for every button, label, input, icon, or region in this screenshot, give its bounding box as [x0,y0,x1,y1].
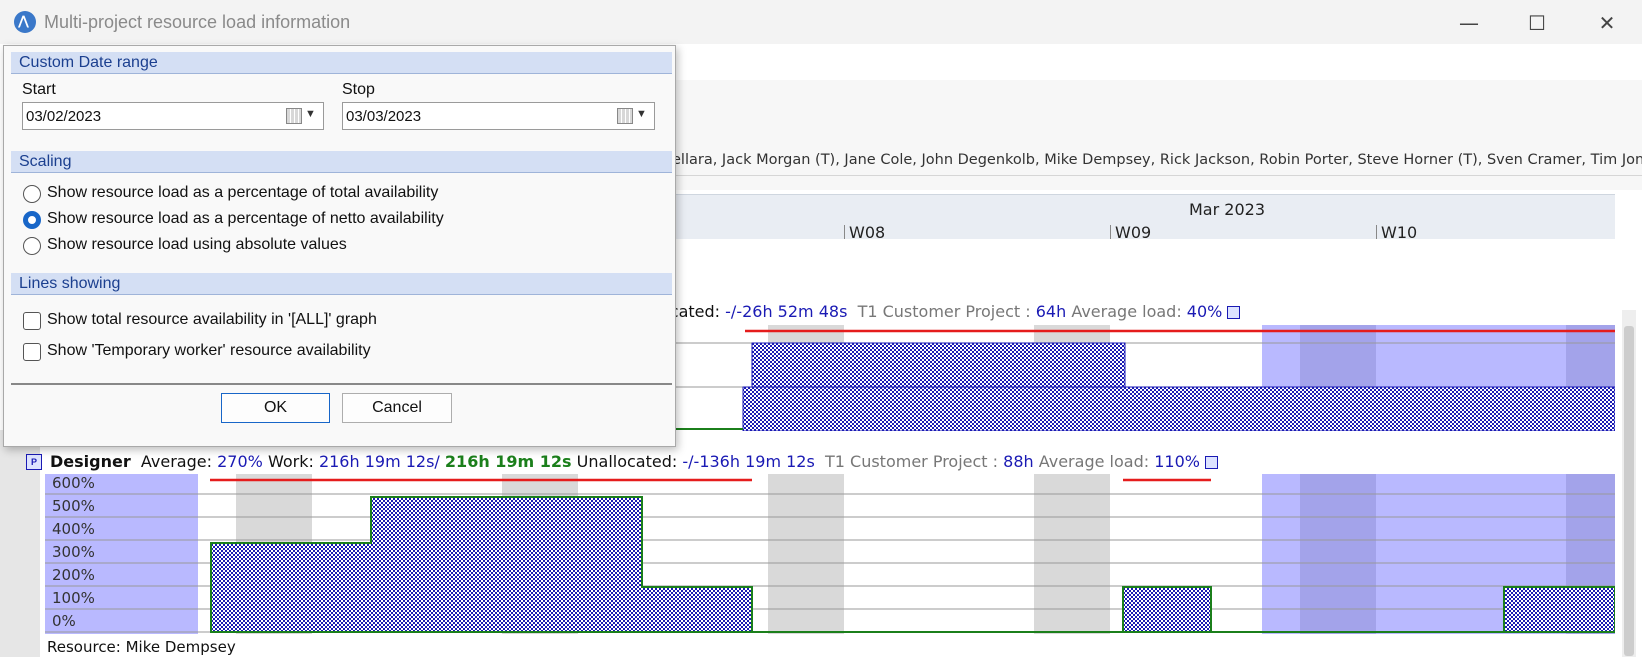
checkbox-total-availability[interactable] [23,312,41,330]
load-bar [1503,586,1615,633]
y-axis-label: 500% [52,497,95,515]
project-hours: 64h [1035,302,1067,321]
app-logo-icon: ⋀ [14,11,36,33]
option-label: Show total resource availability in '[AL… [47,311,377,328]
calendar-icon[interactable] [617,108,633,124]
close-button[interactable]: ✕ [1590,10,1624,36]
load-bar [751,342,1126,388]
load-bar [742,386,1615,431]
resource-list: ellara, Jack Morgan (T), Jane Cole, John… [672,152,1642,168]
designer-row-info: Designer Average: 270% Work: 216h 19m 12… [50,452,1219,471]
weekend-band [1034,474,1110,634]
calendar-icon[interactable] [286,108,302,124]
avg-load-label: Average load: [1071,302,1182,321]
option-label: Show resource load using absolute values [47,236,347,253]
weekend-band [1300,474,1376,634]
scrollbar-thumb[interactable] [1624,326,1634,656]
week-tick [1376,225,1377,239]
average-label: Average: [140,452,212,471]
title-bar: ⋀ Multi-project resource load informatio… [0,0,1642,45]
unallocated-value: -/-136h 19m 12s [682,452,815,471]
y-axis-label: 600% [52,474,95,492]
info-icon[interactable] [1205,456,1219,469]
work-value-planned: 216h 19m 12s [444,452,572,471]
load-bar [1122,586,1212,633]
start-label: Start [22,81,56,98]
window-title: Multi-project resource load information [44,12,351,32]
timeline-header: Mar 2023 W08 W09 W10 [670,194,1615,242]
cancel-button[interactable]: Cancel [342,393,452,423]
average-value: 270% [217,452,263,471]
y-axis-label: 100% [52,589,95,607]
resource-load-options-dialog: Custom Date range Start Stop 03/02/2023 … [3,45,676,447]
section-header-date-range: Custom Date range [11,52,672,74]
y-axis-label: 200% [52,566,95,584]
week-label: W08 [849,223,886,242]
radio-netto-availability[interactable] [23,211,41,229]
option-label: Show 'Temporary worker' resource availab… [47,342,371,359]
work-label: Work: [267,452,314,471]
chevron-down-icon[interactable]: ▼ [305,108,316,120]
unallocated-value: -/-26h 52m 48s [725,302,848,321]
stop-date-input[interactable]: 03/03/2023 ▼ [342,102,655,130]
resource-group-name: Designer [50,452,131,471]
flag-icon[interactable]: P [26,454,42,470]
week-tick [1110,225,1111,239]
stop-date-value: 03/03/2023 [346,108,422,125]
info-icon[interactable] [1227,306,1241,319]
avg-load-value: 40% [1186,302,1223,321]
divider [11,383,672,385]
week-tick [844,225,845,239]
work-value: 216h 19m 12s/ [318,452,440,471]
week-label: W09 [1115,223,1152,242]
avg-load-value: 110% [1154,452,1200,471]
start-date-value: 03/02/2023 [26,108,102,125]
section-header-scaling: Scaling [11,151,672,173]
top-row-info: ocated: -/-26h 52m 48s T1 Customer Proje… [660,302,1241,321]
divider [670,175,1642,176]
project-hours: 88h [1003,452,1034,471]
resource-footer-label: Resource: Mike Dempsey [47,638,236,656]
section-header-lines: Lines showing [11,273,672,295]
radio-total-availability[interactable] [23,185,41,203]
top-load-graph [670,325,1615,431]
checkbox-temporary-worker[interactable] [23,343,41,361]
minimize-button[interactable]: — [1452,10,1486,36]
unallocated-label: Unallocated: [576,452,678,471]
project-label: T1 Customer Project : [857,302,1031,321]
radio-absolute-values[interactable] [23,237,41,255]
toolbar-area [670,80,1642,190]
vertical-scrollbar[interactable] [1622,310,1636,657]
month-label: Mar 2023 [1189,200,1265,219]
stop-label: Stop [342,81,375,98]
maximize-button[interactable]: ☐ [1520,10,1554,36]
project-label: T1 Customer Project : [824,452,999,471]
y-axis-label: 300% [52,543,95,561]
designer-load-graph [45,474,1615,634]
week-label: W10 [1381,223,1418,242]
y-axis-label: 0% [52,612,76,630]
y-axis-label: 400% [52,520,95,538]
chevron-down-icon[interactable]: ▼ [636,108,647,120]
weekend-band [768,474,844,634]
start-date-input[interactable]: 03/02/2023 ▼ [22,102,324,130]
option-label: Show resource load as a percentage of to… [47,184,439,201]
ok-button[interactable]: OK [221,393,330,423]
avg-load-label: Average load: [1038,452,1150,471]
option-label: Show resource load as a percentage of ne… [47,210,444,227]
